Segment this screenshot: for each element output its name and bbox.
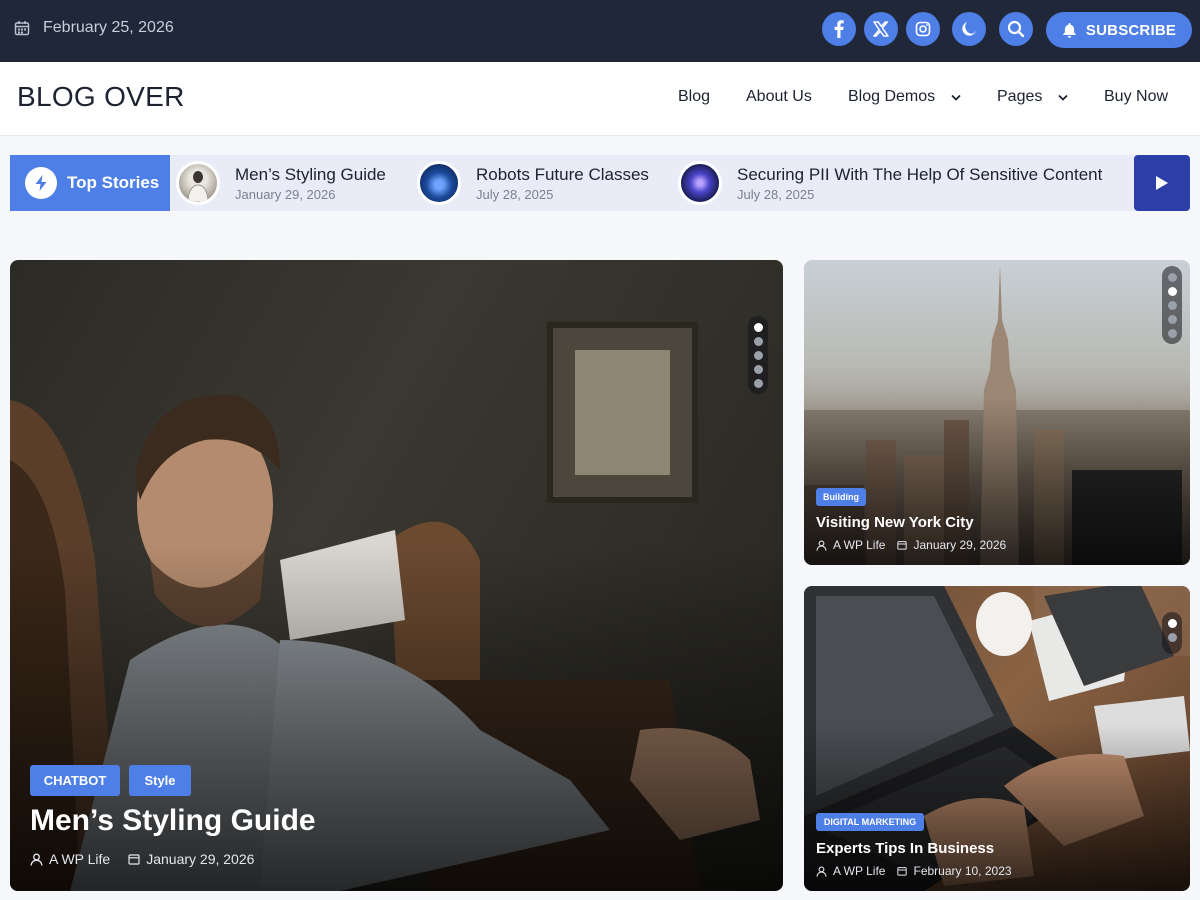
ticker-label-text: Top Stories [67, 173, 160, 192]
user-icon [816, 865, 827, 877]
side-post-title[interactable]: Visiting New York City [816, 514, 974, 531]
slider-dot[interactable] [1167, 272, 1177, 282]
slider-dot[interactable] [753, 364, 763, 374]
nav-about-us[interactable]: About Us [746, 88, 812, 106]
x-twitter-button[interactable] [864, 12, 898, 46]
chevron-down-icon [1058, 94, 1069, 101]
story-thumbnail [417, 161, 461, 205]
top-bar: February 25, 2026 SUBSCRIBE [0, 0, 1200, 62]
instagram-icon [915, 21, 931, 37]
facebook-icon [834, 20, 844, 38]
nav-blog[interactable]: Blog [678, 88, 710, 106]
top-stories-ticker: Top Stories Men’s Styling Guide January … [10, 155, 1190, 211]
calendar-icon [14, 21, 30, 36]
author-name[interactable]: A WP Life [833, 538, 885, 552]
slider-dot[interactable] [1167, 632, 1177, 642]
story-title: Securing PII With The Help Of Sensitive … [737, 164, 1103, 184]
featured-post-card[interactable]: CHATBOT Style Men’s Styling Guide A WP L… [10, 260, 783, 891]
ticker-story[interactable]: Securing PII With The Help Of Sensitive … [678, 161, 1102, 205]
nav-label: About Us [746, 88, 812, 105]
current-date: February 25, 2026 [14, 19, 174, 37]
nav-label: Blog [678, 88, 711, 105]
story-title: Men’s Styling Guide [235, 164, 386, 184]
site-logo[interactable]: BLOG OVER [17, 81, 185, 113]
slider-dot[interactable] [1167, 618, 1177, 628]
post-date: January 29, 2026 [913, 538, 1007, 552]
nav-buy-now[interactable]: Buy Now [1104, 88, 1168, 106]
nav-label: Blog Demos [848, 88, 936, 105]
slider-dot[interactable] [1167, 314, 1177, 324]
ticker-label: Top Stories [10, 155, 170, 211]
author-name[interactable]: A WP Life [49, 851, 110, 867]
side-post-meta: A WP Life February 10, 2023 [816, 864, 1012, 878]
story-date: July 28, 2025 [476, 186, 554, 202]
story-thumbnail [176, 161, 220, 205]
story-date: January 29, 2026 [235, 186, 336, 202]
facebook-button[interactable] [822, 12, 856, 46]
story-thumbnail [678, 161, 722, 205]
featured-meta: A WP Life January 29, 2026 [30, 851, 254, 867]
side-post-meta: A WP Life January 29, 2026 [816, 538, 1006, 552]
play-icon [1156, 176, 1168, 190]
chevron-down-icon [951, 94, 961, 101]
category-tag-building[interactable]: Building [816, 488, 866, 506]
side-post-card[interactable]: DIGITAL MARKETING Experts Tips In Busine… [804, 586, 1190, 891]
slider-dot[interactable] [753, 350, 763, 360]
slider-dot[interactable] [753, 336, 763, 346]
slider-dot[interactable] [1167, 328, 1177, 338]
category-tag-chatbot[interactable]: CHATBOT [30, 765, 120, 796]
calendar-icon [897, 867, 908, 876]
ticker-story[interactable]: Robots Future Classes July 28, 2025 [417, 161, 649, 205]
dark-mode-toggle[interactable] [952, 12, 986, 46]
story-date: July 28, 2025 [737, 186, 815, 202]
instagram-button[interactable] [906, 12, 940, 46]
site-header: BLOG OVER Blog About Us Blog Demos Pages… [0, 62, 1200, 136]
ticker-story[interactable]: Men’s Styling Guide January 29, 2026 [176, 161, 386, 205]
user-icon [30, 853, 43, 866]
x-twitter-icon [873, 21, 889, 37]
bell-icon [1063, 23, 1076, 38]
nav-label: Buy Now [1104, 88, 1169, 105]
user-icon [816, 539, 827, 551]
nav-pages[interactable]: Pages [997, 88, 1069, 106]
category-tag-digital-marketing[interactable]: DIGITAL MARKETING [816, 813, 924, 831]
ticker-play-button[interactable] [1134, 155, 1190, 211]
post-date: January 29, 2026 [146, 851, 255, 867]
featured-overlay [10, 543, 783, 891]
slider-dot[interactable] [1167, 286, 1177, 296]
calendar-icon [897, 541, 908, 550]
side-post-card[interactable]: Building Visiting New York City A WP Lif… [804, 260, 1190, 565]
author-name[interactable]: A WP Life [833, 864, 885, 878]
subscribe-button[interactable]: SUBSCRIBE [1046, 12, 1192, 48]
search-icon [1007, 20, 1025, 38]
lightning-icon [25, 167, 57, 199]
slider-dots[interactable] [748, 316, 768, 394]
nav-label: Pages [997, 88, 1043, 105]
calendar-icon [128, 854, 140, 865]
slider-dot[interactable] [753, 322, 763, 332]
post-date: February 10, 2023 [913, 864, 1012, 878]
search-button[interactable] [999, 12, 1033, 46]
slider-dot[interactable] [753, 378, 763, 388]
slider-dots[interactable] [1162, 612, 1182, 654]
story-title: Robots Future Classes [476, 164, 649, 184]
category-tag-style[interactable]: Style [129, 765, 191, 796]
slider-dots[interactable] [1162, 266, 1182, 344]
side-post-title[interactable]: Experts Tips In Business [816, 840, 994, 857]
nav-blog-demos[interactable]: Blog Demos [848, 88, 961, 106]
date-text: February 25, 2026 [43, 19, 174, 36]
subscribe-label: SUBSCRIBE [1085, 21, 1177, 39]
featured-title[interactable]: Men’s Styling Guide [30, 804, 316, 838]
moon-icon [962, 22, 976, 36]
slider-dot[interactable] [1167, 300, 1177, 310]
